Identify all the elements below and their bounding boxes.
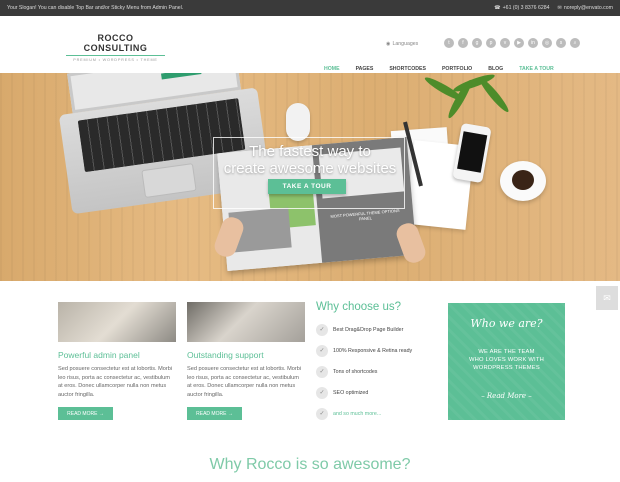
who-read-more-link[interactable]: – Read More – <box>448 392 565 400</box>
feature-title: Outstanding support <box>187 350 264 360</box>
nav-item-home[interactable]: HOME <box>324 66 340 72</box>
mail-icon: ✉ <box>557 5 562 11</box>
feature-text: Sed posuere consectetur est at lobortis.… <box>187 366 302 398</box>
hero-title: The fastest way to create awesome websit… <box>223 143 397 177</box>
why-title: Why choose us? <box>316 301 402 313</box>
list-item: ✓ 100% Responsive & Retina ready <box>316 340 434 361</box>
search-icon[interactable]: ⌕ <box>570 38 580 48</box>
why-choose-us: Why choose us? ✓ Best Drag&Drop Page Buil… <box>316 301 434 424</box>
mail-icon: ✉ <box>603 292 611 303</box>
site-header: ROCCO CONSULTING PREMIUM • WORDPRESS • T… <box>0 16 620 73</box>
feature-image <box>58 302 176 342</box>
youtube-icon[interactable]: ▶ <box>514 38 524 48</box>
vimeo-icon[interactable]: v <box>500 38 510 48</box>
nav-item-portfolio[interactable]: PORTFOLIO <box>442 66 472 72</box>
feature-text: Sed posuere consectetur est at lobortis.… <box>58 366 173 398</box>
feature-title: Powerful admin panel <box>58 350 140 360</box>
list-item: ✓ SEO optimized <box>316 382 434 403</box>
check-icon: ✓ <box>316 344 328 357</box>
who-text: WE ARE THE TEAM WHO LOVES WORK WITH WORD… <box>469 349 544 371</box>
mouse-image <box>286 103 310 141</box>
dribbble-icon[interactable]: ◎ <box>542 38 552 48</box>
social-links: t f g p v ▶ in ◎ s ⌕ <box>444 38 580 48</box>
who-title: Who we are? <box>470 317 543 330</box>
check-icon: ✓ <box>316 407 328 420</box>
nav-item-pages[interactable]: PAGES <box>356 66 374 72</box>
list-item[interactable]: ✓ and so much more... <box>316 403 434 424</box>
check-icon: ✓ <box>316 365 328 378</box>
main-nav: HOME PAGES SHORTCODES PORTFOLIO BLOG TAK… <box>324 66 570 72</box>
coffee-cup-image <box>500 161 546 201</box>
feature-card: Powerful admin panel Sed posuere consect… <box>58 302 176 421</box>
section-title: Why Rocco is so awesome? <box>209 456 411 473</box>
site-logo[interactable]: ROCCO CONSULTING PREMIUM • WORDPRESS • T… <box>66 33 165 62</box>
top-bar: Your Slogan! You can disable Top Bar and… <box>0 0 620 16</box>
email-link[interactable]: ✉ noreply@envato.com <box>558 5 613 11</box>
pinterest-icon[interactable]: p <box>486 38 496 48</box>
logo-tagline: PREMIUM • WORDPRESS • THEME <box>73 58 158 62</box>
twitter-icon[interactable]: t <box>444 38 454 48</box>
facebook-icon[interactable]: f <box>458 38 468 48</box>
read-more-button[interactable]: READ MORE → <box>187 407 242 421</box>
nav-item-take-a-tour[interactable]: TAKE A TOUR <box>519 66 554 72</box>
check-icon: ✓ <box>316 323 328 336</box>
languages-selector[interactable]: ◉ Languages <box>386 41 418 47</box>
linkedin-icon[interactable]: in <box>528 38 538 48</box>
nav-item-shortcodes[interactable]: SHORTCODES <box>389 66 426 72</box>
side-widget-tab[interactable]: ✉ <box>596 286 618 310</box>
read-more-button[interactable]: READ MORE → <box>58 407 113 421</box>
slogan-text: Your Slogan! You can disable Top Bar and… <box>7 5 184 11</box>
list-item: ✓ Best Drag&Drop Page Builder <box>316 319 434 340</box>
logo-name: ROCCO CONSULTING <box>66 33 165 56</box>
skype-icon[interactable]: s <box>556 38 566 48</box>
globe-icon: ◉ <box>386 41 391 47</box>
list-item: ✓ Tons of shortcodes <box>316 361 434 382</box>
plant-decoration <box>412 73 522 121</box>
check-icon: ✓ <box>316 386 328 399</box>
google-plus-icon[interactable]: g <box>472 38 482 48</box>
nav-item-blog[interactable]: BLOG <box>488 66 503 72</box>
phone-info: ☎ +61 (0) 3 8376 6284 <box>494 5 550 11</box>
hero-banner: MOST POWERFUL THEME OPTIONS PANEL The fa… <box>0 73 620 281</box>
who-we-are-box: Who we are? WE ARE THE TEAM WHO LOVES WO… <box>448 303 565 420</box>
take-a-tour-button[interactable]: TAKE A TOUR <box>268 179 346 194</box>
phone-icon: ☎ <box>494 5 501 11</box>
feature-image <box>187 302 305 342</box>
feature-card: Outstanding support Sed posuere consecte… <box>187 302 305 421</box>
